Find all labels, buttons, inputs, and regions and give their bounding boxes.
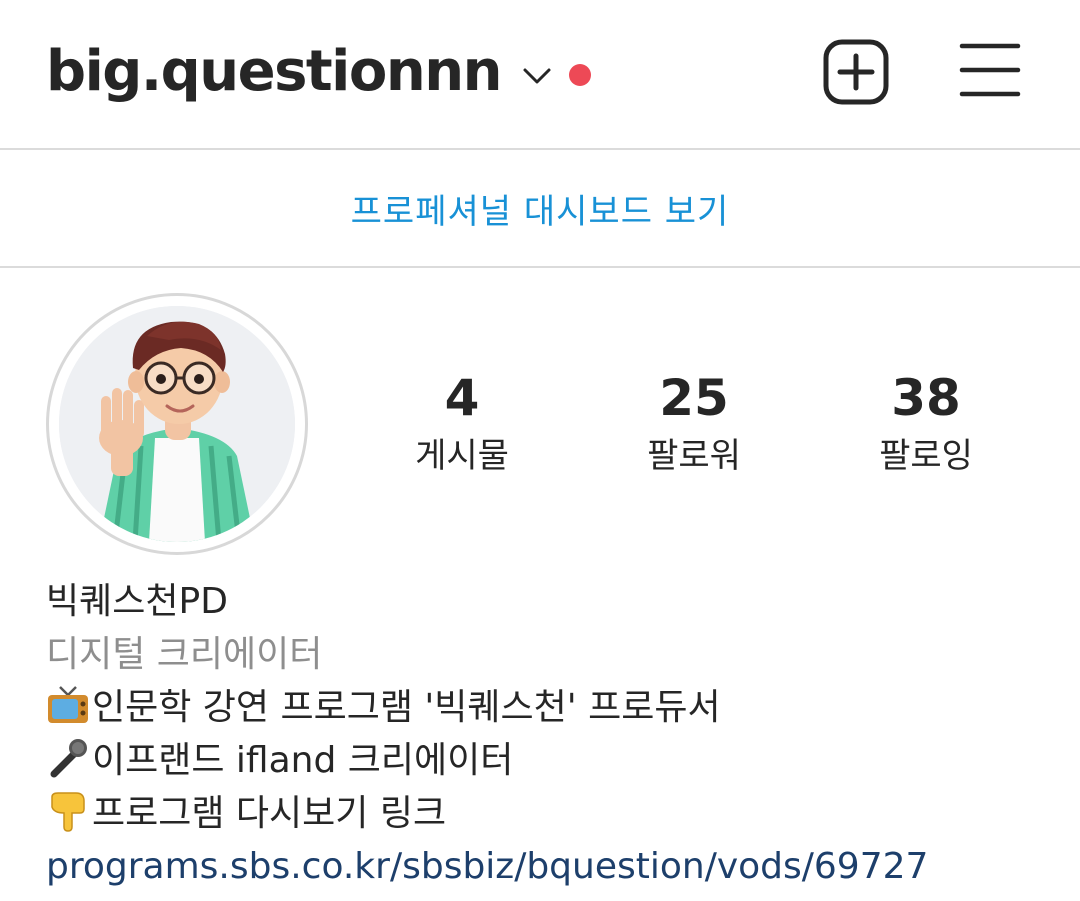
stat-posts[interactable]: 4 게시물: [362, 366, 562, 482]
microphone-icon: [50, 739, 87, 778]
category-label: 디지털 크리에이터: [46, 634, 323, 675]
bio-line-text: 프로그램 다시보기 링크: [92, 793, 447, 834]
avatar[interactable]: [46, 293, 308, 555]
bio-line: 인문학 강연 프로그램 '빅퀘스천' 프로듀서: [46, 681, 1046, 734]
followers-label: 팔로워: [647, 436, 741, 476]
avatar-image: [59, 306, 295, 542]
stat-followers[interactable]: 25 팔로워: [594, 366, 794, 482]
bio-line-text: 인문학 강연 프로그램 '빅퀘스천' 프로듀서: [92, 687, 721, 728]
avatar-illustration: [59, 306, 295, 542]
following-count: 38: [891, 369, 961, 427]
plus-square-icon[interactable]: [822, 38, 890, 106]
pointing-down-hand-icon: [51, 792, 85, 832]
following-label: 팔로잉: [879, 436, 973, 476]
divider: [0, 266, 1080, 268]
professional-dashboard-bar: 프로페셔널 대시보드 보기: [0, 150, 1080, 266]
bio-line: 이프랜드 ifland 크리에이터: [46, 734, 1046, 787]
hamburger-menu-icon[interactable]: [958, 40, 1022, 100]
posts-count: 4: [444, 369, 480, 427]
display-name: 빅퀘스천PD: [46, 581, 228, 622]
notification-dot: [568, 64, 591, 86]
account-switcher[interactable]: big.questionnn: [46, 38, 591, 106]
tv-icon: [48, 686, 88, 723]
chevron-down-icon[interactable]: [521, 66, 553, 86]
stat-following[interactable]: 38 팔로잉: [826, 366, 1026, 482]
bio-line: 프로그램 다시보기 링크: [46, 787, 1046, 840]
username[interactable]: big.questionnn: [46, 38, 502, 106]
posts-label: 게시물: [415, 436, 509, 476]
profile-bio: 빅퀘스천PD 디지털 크리에이터 인문학 강연 프로그램 '빅퀘스천' 프로듀서…: [46, 575, 1046, 893]
professional-dashboard-link[interactable]: 프로페셔널 대시보드 보기: [351, 184, 730, 233]
profile-header: big.questionnn: [0, 0, 1080, 148]
bio-line-text: 이프랜드 ifland 크리에이터: [92, 740, 514, 781]
followers-count: 25: [659, 369, 729, 427]
bio-website-link[interactable]: programs.sbs.co.kr/sbsbiz/bquestion/vods…: [46, 840, 1046, 893]
